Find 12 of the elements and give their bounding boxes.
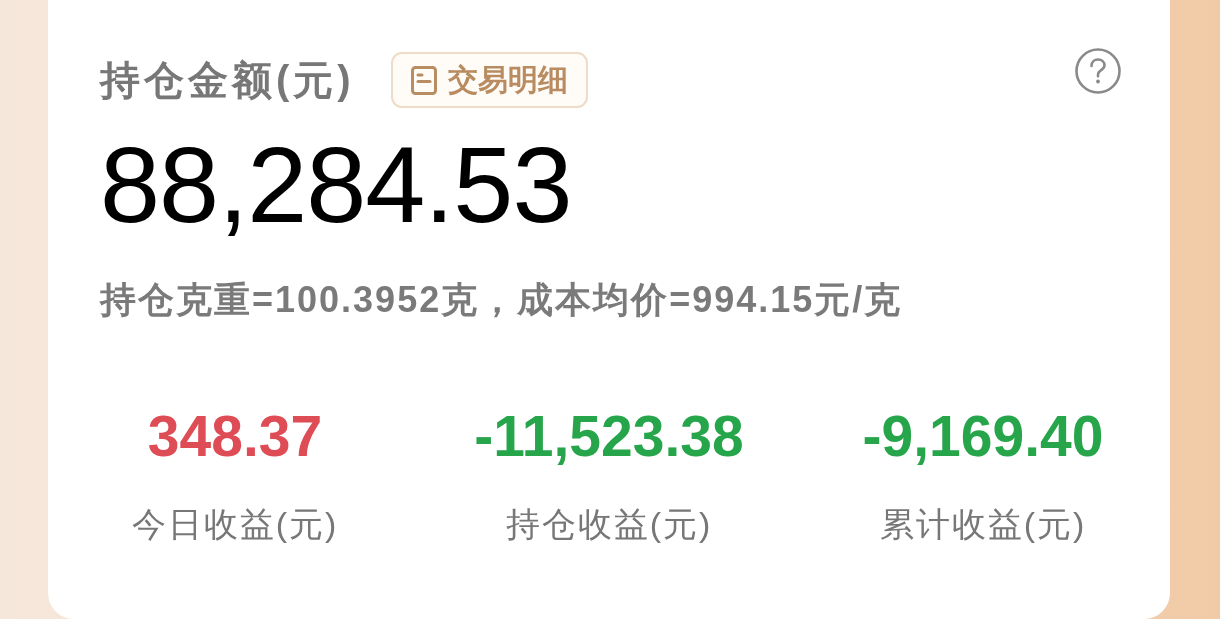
stat-value: 348.37 [147, 403, 323, 470]
stat-label: 累计收益(元) [879, 504, 1087, 545]
stat-label: 持仓收益(元) [505, 504, 713, 545]
stat-label: 今日收益(元) [131, 504, 339, 545]
stat-value: -9,169.40 [862, 403, 1104, 470]
help-icon[interactable] [1075, 48, 1121, 94]
holding-amount-title: 持仓金额(元) [100, 57, 355, 104]
document-icon [410, 65, 437, 95]
holding-amount-value: 88,284.53 [100, 131, 572, 239]
holding-summary: 持仓克重=100.3952克，成本均价=994.15元/克 [100, 278, 903, 322]
transaction-details-button[interactable]: 交易明细 [390, 52, 588, 108]
stat-value: -11,523.38 [474, 403, 744, 470]
